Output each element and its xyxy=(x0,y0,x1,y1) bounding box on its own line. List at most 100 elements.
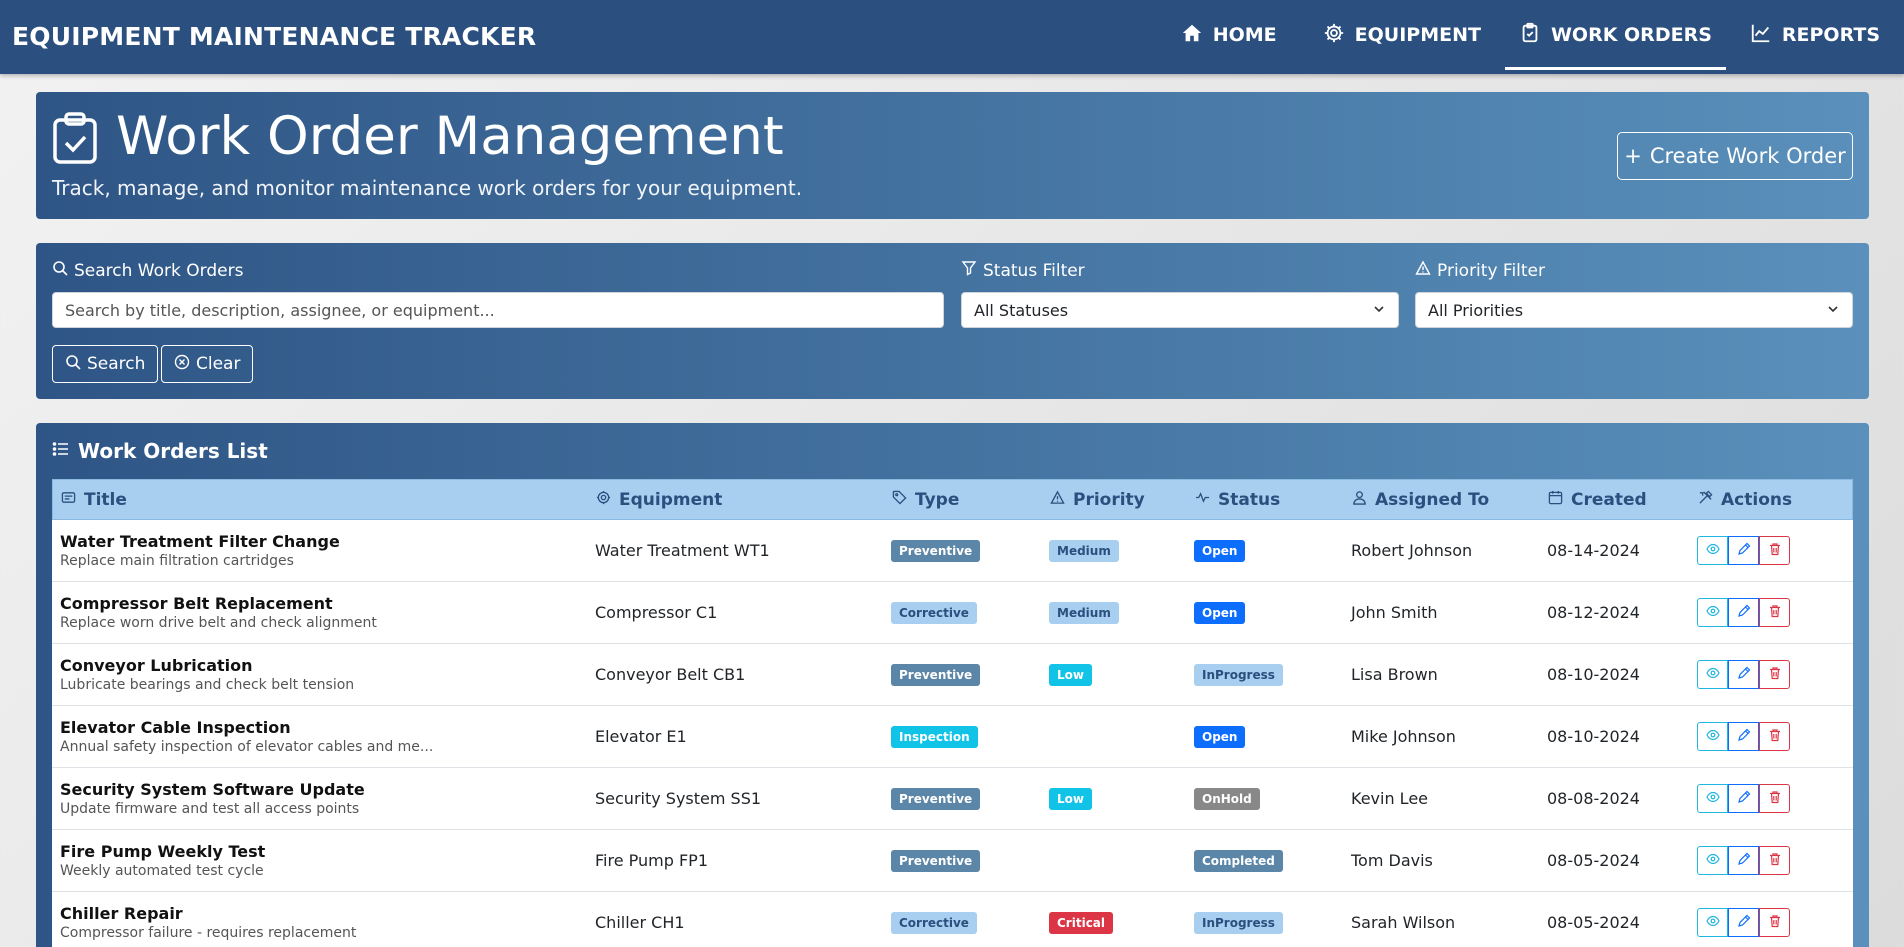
page-subtitle: Track, manage, and monitor maintenance w… xyxy=(52,176,803,200)
nav-item-label: WORK ORDERS xyxy=(1550,24,1712,46)
status-cell: Open xyxy=(1194,706,1246,767)
type-cell: Preventive xyxy=(891,644,981,705)
search-icon xyxy=(52,260,68,281)
status-badge: OnHold xyxy=(1194,787,1260,810)
title-cell: Water Treatment Filter Change Replace mai… xyxy=(60,520,340,581)
list-title-text: Work Orders List xyxy=(78,439,268,463)
view-button[interactable] xyxy=(1697,908,1728,937)
status-cell: Completed xyxy=(1194,830,1283,891)
table-row[interactable]: Conveyor Lubrication Lubricate bearings a… xyxy=(52,644,1853,706)
column-header-label: Type xyxy=(915,490,960,510)
table-row[interactable]: Water Treatment Filter Change Replace mai… xyxy=(52,520,1853,582)
column-header-created[interactable]: Created xyxy=(1548,480,1647,520)
search-button-label: Search xyxy=(87,354,146,374)
pencil-icon xyxy=(1737,665,1751,684)
table-row[interactable]: Chiller Repair Compressor failure - requi… xyxy=(52,892,1853,947)
delete-button[interactable] xyxy=(1759,908,1790,937)
priority-cell: Medium xyxy=(1049,520,1119,581)
equipment-cell: Chiller CH1 xyxy=(595,913,685,932)
nav-item-equipment[interactable]: EQUIPMENT xyxy=(1309,0,1495,70)
priority-badge: Low xyxy=(1049,663,1092,686)
column-header-priority[interactable]: Priority xyxy=(1050,480,1145,520)
type-badge: Preventive xyxy=(891,663,981,686)
created-cell: 08-10-2024 xyxy=(1547,727,1640,746)
delete-button[interactable] xyxy=(1759,536,1790,565)
search-button[interactable]: Search xyxy=(52,345,159,383)
clipboard-check-icon xyxy=(1519,22,1541,49)
status-cell: OnHold xyxy=(1194,768,1260,829)
nav-item-home[interactable]: HOME xyxy=(1167,0,1291,70)
edit-button[interactable] xyxy=(1728,722,1759,751)
column-header-label: Created xyxy=(1571,490,1647,510)
edit-button[interactable] xyxy=(1728,660,1759,689)
delete-button[interactable] xyxy=(1759,784,1790,813)
view-button[interactable] xyxy=(1697,722,1728,751)
title-cell: Compressor Belt Replacement Replace worn … xyxy=(60,582,377,643)
view-button[interactable] xyxy=(1697,846,1728,875)
view-button[interactable] xyxy=(1697,660,1728,689)
column-header-actions: Actions xyxy=(1698,480,1792,520)
list-title: Work Orders List xyxy=(52,439,268,463)
delete-button[interactable] xyxy=(1759,598,1790,627)
column-header-equipment[interactable]: Equipment xyxy=(596,480,722,520)
calendar-icon xyxy=(1548,490,1563,510)
delete-button[interactable] xyxy=(1759,846,1790,875)
delete-button[interactable] xyxy=(1759,660,1790,689)
edit-button[interactable] xyxy=(1728,846,1759,875)
view-button[interactable] xyxy=(1697,598,1728,627)
work-order-title: Fire Pump Weekly Test xyxy=(60,842,266,861)
view-button[interactable] xyxy=(1697,784,1728,813)
delete-button[interactable] xyxy=(1759,722,1790,751)
title-cell: Elevator Cable Inspection Annual safety i… xyxy=(60,706,433,767)
view-button[interactable] xyxy=(1697,536,1728,565)
nav-item-work-orders[interactable]: WORK ORDERS xyxy=(1504,0,1726,70)
home-icon xyxy=(1181,22,1203,49)
search-input[interactable]: Search by title, description, assignee, … xyxy=(52,292,944,328)
tools-icon xyxy=(1698,490,1713,510)
equipment-cell: Elevator E1 xyxy=(595,727,687,746)
edit-button[interactable] xyxy=(1728,598,1759,627)
edit-button[interactable] xyxy=(1728,784,1759,813)
equipment-cell: Security System SS1 xyxy=(595,789,762,808)
column-header-type[interactable]: Type xyxy=(892,480,959,520)
table-row[interactable]: Compressor Belt Replacement Replace worn … xyxy=(52,582,1853,644)
type-badge: Inspection xyxy=(891,725,978,748)
eye-icon xyxy=(1705,913,1720,932)
table-row[interactable]: Security System Software Update Update fi… xyxy=(52,768,1853,830)
app-brand[interactable]: EQUIPMENT MAINTENANCE TRACKER xyxy=(12,22,536,51)
table-row[interactable]: Elevator Cable Inspection Annual safety i… xyxy=(52,706,1853,768)
work-order-description: Compressor failure - requires replacemen… xyxy=(60,925,357,941)
actions-cell xyxy=(1697,768,1790,829)
clear-button-label: Clear xyxy=(196,354,241,374)
type-cell: Preventive xyxy=(891,768,981,829)
card-text-icon xyxy=(61,490,76,510)
list-icon xyxy=(52,439,70,463)
priority-filter-select[interactable]: All Priorities xyxy=(1415,292,1853,328)
pencil-icon xyxy=(1737,541,1751,560)
priority-cell: Low xyxy=(1049,768,1092,829)
column-header-status[interactable]: Status xyxy=(1195,480,1280,520)
table-row[interactable]: Fire Pump Weekly Test Weekly automated te… xyxy=(52,830,1853,892)
column-header-label: Assigned To xyxy=(1375,490,1490,510)
create-work-order-button[interactable]: + Create Work Order xyxy=(1617,132,1853,180)
create-work-order-label: Create Work Order xyxy=(1649,144,1846,168)
work-order-title: Compressor Belt Replacement xyxy=(60,594,333,613)
trash-icon xyxy=(1768,913,1782,932)
column-header-title[interactable]: Title xyxy=(61,480,127,520)
column-header-assigned[interactable]: Assigned To xyxy=(1352,480,1489,520)
type-cell: Preventive xyxy=(891,520,981,581)
trash-icon xyxy=(1768,665,1782,684)
nav-item-reports[interactable]: REPORTS xyxy=(1736,0,1894,70)
priority-cell: Low xyxy=(1049,644,1092,705)
chevron-down-icon xyxy=(1826,301,1840,320)
clear-button[interactable]: Clear xyxy=(161,345,254,383)
status-filter-select[interactable]: All Statuses xyxy=(961,292,1399,328)
priority-filter-label: Priority Filter xyxy=(1415,260,1545,281)
edit-button[interactable] xyxy=(1728,536,1759,565)
tag-icon xyxy=(892,490,907,510)
pencil-icon xyxy=(1737,603,1751,622)
eye-icon xyxy=(1705,851,1720,870)
assigned-cell: Sarah Wilson xyxy=(1351,913,1456,932)
work-order-title: Chiller Repair xyxy=(60,904,183,923)
edit-button[interactable] xyxy=(1728,908,1759,937)
